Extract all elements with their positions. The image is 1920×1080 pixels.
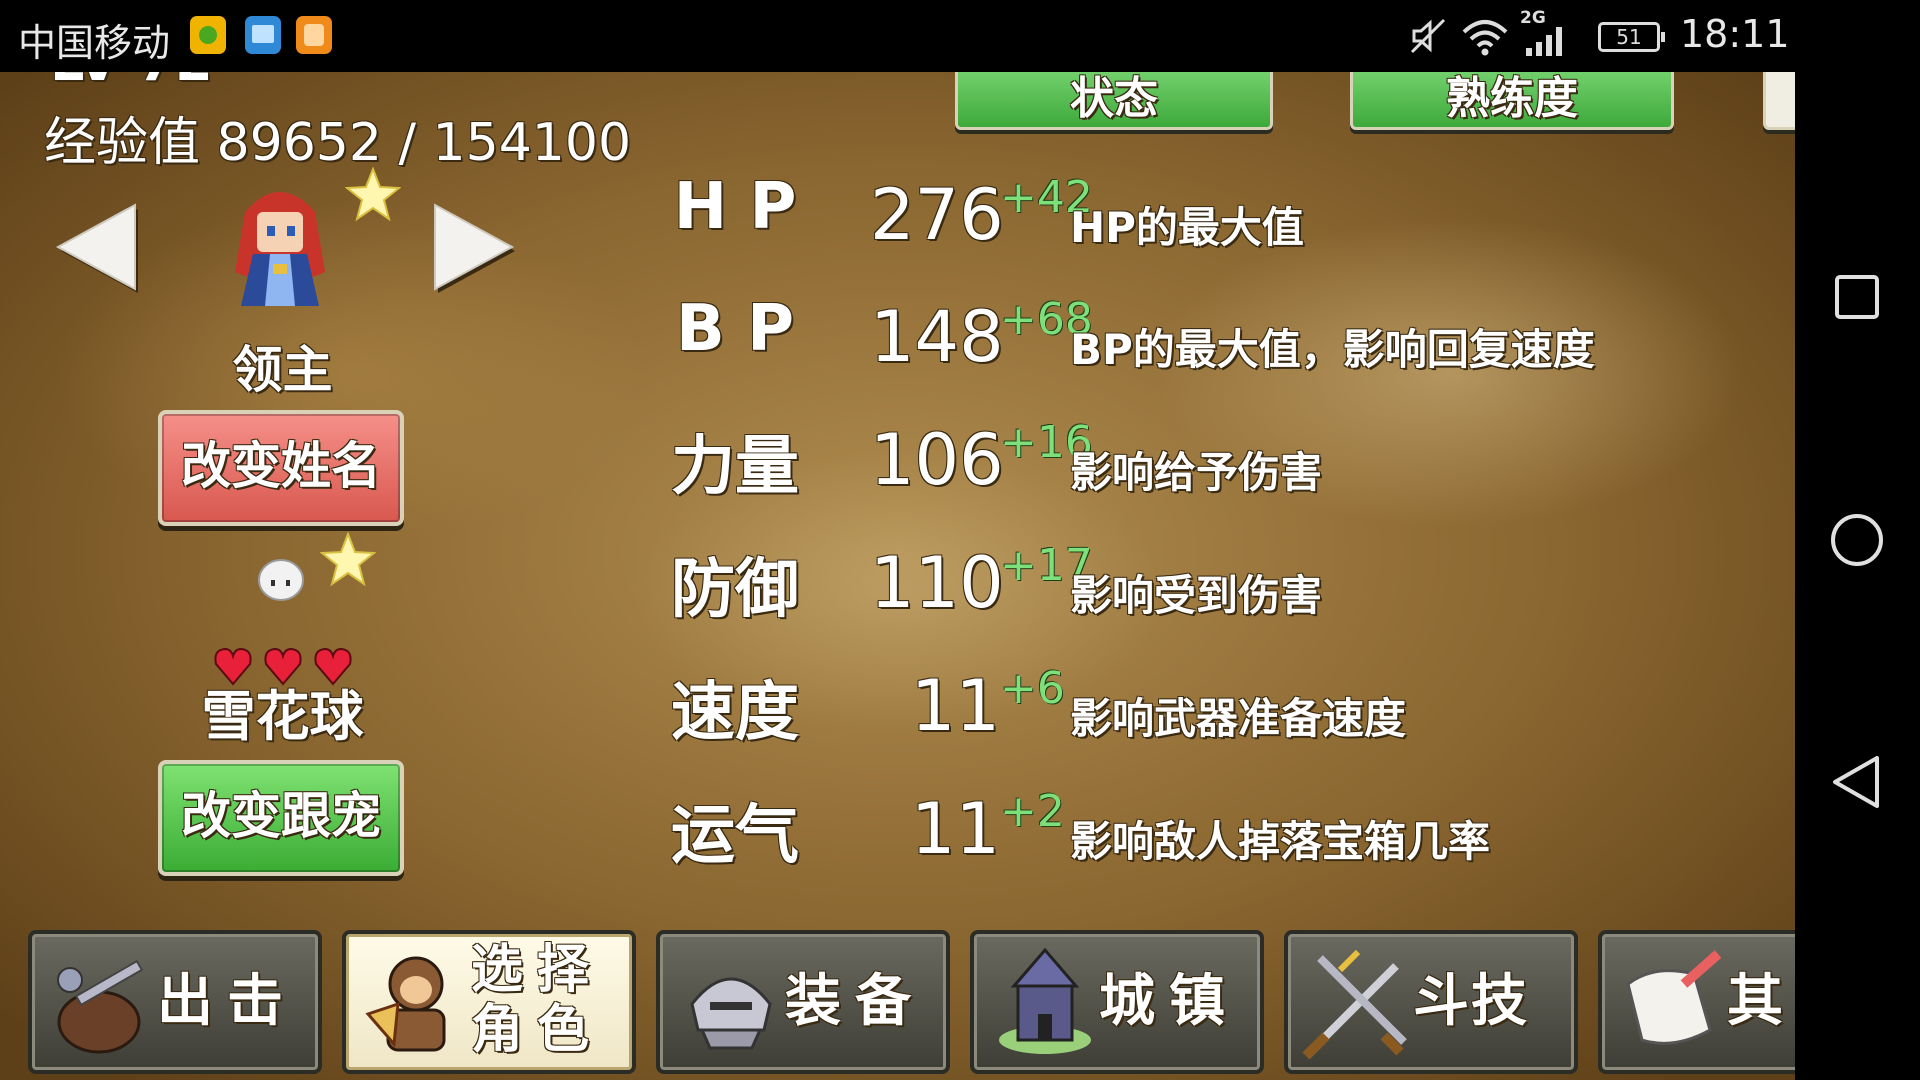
- stat-row-luck: 运气 11 +2 影响敌人掉落宝箱几率: [660, 778, 1760, 888]
- stat-label: H P: [673, 170, 797, 244]
- menu-equipment-button[interactable]: 装备: [656, 930, 950, 1074]
- experience-line: 经验值 89652 / 154100: [44, 100, 631, 175]
- exp-max: 154100: [432, 113, 632, 173]
- game-screen: LV 72 经验值 89652 / 154100 状态 熟练度 领主 改变姓名: [0, 72, 1795, 1080]
- stat-description: HP的最大值: [1070, 203, 1304, 252]
- menu-town-button[interactable]: 城镇: [970, 930, 1264, 1074]
- back-icon[interactable]: [1827, 752, 1887, 812]
- battery-level: 51: [1616, 25, 1642, 49]
- tab-proficiency[interactable]: 熟练度: [1350, 72, 1674, 130]
- menu-arena-label: 斗技场: [1413, 969, 1529, 1034]
- snowball-pet-icon: [258, 559, 304, 601]
- signal-icon: [1526, 27, 1562, 56]
- stat-label: 防御: [671, 553, 799, 627]
- clock: 18:11: [1680, 12, 1790, 56]
- pot-icon: [57, 959, 144, 1054]
- stat-value: 148: [870, 296, 1004, 378]
- pet-star-icon: [320, 532, 376, 587]
- network-type: 2G: [1520, 8, 1546, 28]
- previous-character-arrow-icon[interactable]: [50, 197, 140, 297]
- stat-label: 速度: [671, 676, 799, 750]
- rename-button-label: 改变姓名: [181, 437, 381, 495]
- tab-status-label: 状态: [1070, 73, 1158, 124]
- exp-label: 经验值: [44, 113, 201, 173]
- mute-icon: [1410, 18, 1446, 54]
- stat-row-speed: 速度 11 +6 影响武器准备速度: [660, 655, 1760, 765]
- stat-row-hp: H P 276 +42 HP的最大值: [660, 164, 1760, 274]
- stat-value: 276: [870, 174, 1004, 256]
- tab-proficiency-label: 熟练度: [1446, 73, 1578, 124]
- rename-button[interactable]: 改变姓名: [158, 410, 404, 526]
- menu-other-button[interactable]: 其: [1598, 930, 1795, 1074]
- stat-bonus: +2: [1000, 786, 1065, 837]
- exp-separator: /: [381, 113, 433, 173]
- stat-value: 110: [870, 542, 1004, 624]
- gallery-notification-icon: [245, 16, 281, 54]
- exp-current: 89652: [216, 113, 382, 173]
- monkey-icon: [365, 956, 446, 1052]
- tab-more[interactable]: [1763, 72, 1795, 130]
- swords-icon: [1302, 949, 1407, 1060]
- stat-value: 106: [870, 419, 1004, 501]
- stat-label: B P: [676, 292, 794, 366]
- navigation-bar: [1795, 0, 1920, 1080]
- character-class: 领主: [232, 341, 333, 399]
- home-icon[interactable]: [1827, 510, 1887, 570]
- stat-label: 力量: [671, 430, 799, 504]
- scroll-icon: [1626, 950, 1722, 1045]
- menu-select-character-line1: 选择: [471, 940, 604, 1000]
- stat-value: 11: [910, 665, 1000, 747]
- menu-select-character-button[interactable]: 选择 角色: [342, 930, 636, 1074]
- change-pet-button-label: 改变跟宠: [181, 787, 381, 845]
- game-notification-icon: [296, 16, 332, 54]
- hero-sprite-icon: [235, 192, 325, 306]
- menu-town-label: 城镇: [1099, 969, 1239, 1034]
- menu-select-character-label: 选择 角色: [471, 940, 611, 1070]
- stat-description: 影响敌人掉落宝箱几率: [1070, 817, 1491, 866]
- stat-row-strength: 力量 106 +16 影响给予伤害: [660, 409, 1760, 519]
- change-pet-button[interactable]: 改变跟宠: [158, 760, 404, 876]
- stat-description: 影响武器准备速度: [1070, 694, 1407, 743]
- menu-attack-label: 出击: [157, 969, 297, 1034]
- stat-row-defense: 防御 110 +17 影响受到伤害: [660, 532, 1760, 642]
- menu-arena-button[interactable]: 斗技场: [1284, 930, 1578, 1074]
- app-notification-icon: [190, 16, 226, 54]
- level-label: LV 72: [50, 72, 213, 93]
- stat-label: 运气: [671, 799, 799, 873]
- castle-icon: [999, 947, 1091, 1054]
- stat-value: 11: [910, 788, 1000, 870]
- pet-name: 雪花球: [201, 685, 364, 748]
- menu-equipment-label: 装备: [785, 969, 925, 1034]
- menu-select-character-line2: 角色: [471, 1000, 604, 1060]
- next-character-arrow-icon[interactable]: [430, 197, 520, 297]
- stat-bonus: +6: [1000, 663, 1065, 714]
- helmet-icon: [690, 977, 772, 1050]
- stat-description: 影响受到伤害: [1070, 571, 1323, 620]
- tab-status[interactable]: 状态: [955, 72, 1273, 130]
- stat-row-bp: B P 148 +68 BP的最大值，影响回复速度: [660, 286, 1760, 396]
- battery-icon: 51: [1598, 22, 1665, 52]
- menu-attack-button[interactable]: 出击: [28, 930, 322, 1074]
- status-bar: 中国移动 2G 51 18:11: [0, 0, 1795, 72]
- wifi-icon: [1462, 20, 1508, 56]
- stat-description: BP的最大值，影响回复速度: [1070, 325, 1595, 374]
- recent-apps-icon[interactable]: [1827, 267, 1887, 327]
- carrier-name: 中国移动: [18, 21, 171, 65]
- stat-description: 影响给予伤害: [1070, 448, 1323, 497]
- menu-other-label: 其: [1727, 969, 1795, 1034]
- hero-star-icon: [345, 167, 401, 222]
